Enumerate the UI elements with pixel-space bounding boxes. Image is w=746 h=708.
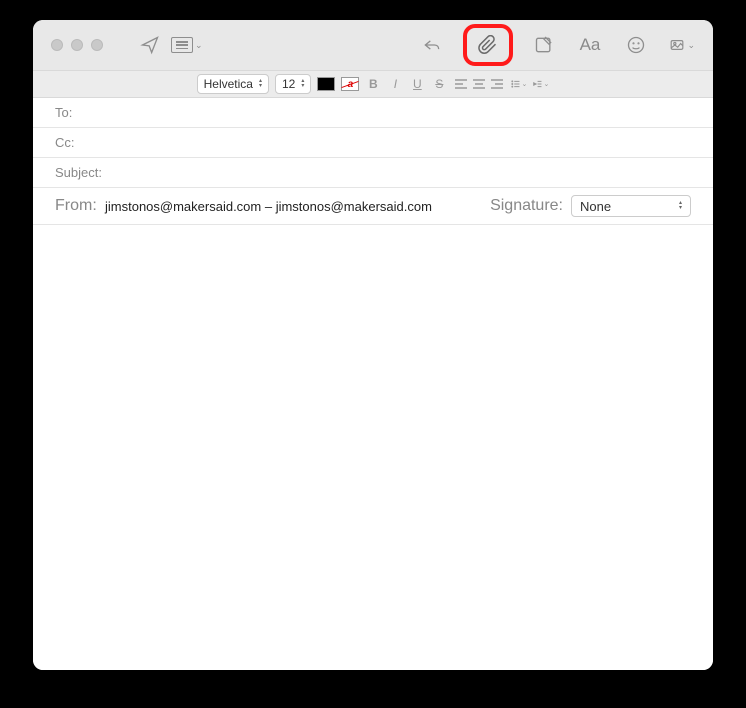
attachment-highlight xyxy=(463,24,513,66)
indent-button[interactable]: ⌄ xyxy=(533,76,549,92)
compose-window: ⌄ Aa ⌄ xyxy=(33,20,713,670)
subject-field-row[interactable]: Subject: xyxy=(33,158,713,188)
traffic-lights xyxy=(51,39,103,51)
attachment-icon[interactable] xyxy=(475,32,501,58)
emoji-icon[interactable] xyxy=(623,32,649,58)
from-label: From: xyxy=(55,197,97,215)
reply-icon[interactable] xyxy=(419,32,445,58)
signature-label: Signature: xyxy=(490,197,563,215)
to-label: To: xyxy=(55,105,113,120)
cc-field-row[interactable]: Cc: xyxy=(33,128,713,158)
stationery-button[interactable]: ⌄ xyxy=(171,37,203,53)
signature-select[interactable]: None ▴▾ xyxy=(571,195,691,217)
from-value[interactable]: jimstonos@makersaid.com – jimstonos@make… xyxy=(105,199,432,214)
message-headers: To: Cc: Subject: From: jimstonos@makersa… xyxy=(33,98,713,225)
font-format-icon[interactable]: Aa xyxy=(577,32,603,58)
align-right-icon[interactable] xyxy=(489,76,505,92)
bold-button[interactable]: B xyxy=(365,76,381,92)
italic-button[interactable]: I xyxy=(387,76,403,92)
font-size-select[interactable]: 12 ▴▾ xyxy=(275,74,311,94)
zoom-dot[interactable] xyxy=(91,39,103,51)
photo-browser-icon[interactable]: ⌄ xyxy=(669,32,695,58)
list-button[interactable]: ⌄ xyxy=(511,76,527,92)
text-color-swatch[interactable] xyxy=(317,77,335,91)
font-family-select[interactable]: Helvetica ▴▾ xyxy=(197,74,269,94)
from-field-row: From: jimstonos@makersaid.com – jimstono… xyxy=(33,188,713,225)
cc-label: Cc: xyxy=(55,135,113,150)
align-group xyxy=(453,76,505,92)
close-dot[interactable] xyxy=(51,39,63,51)
align-left-icon[interactable] xyxy=(453,76,469,92)
subject-label: Subject: xyxy=(55,165,113,180)
markup-icon[interactable] xyxy=(531,32,557,58)
bg-color-swatch[interactable]: a xyxy=(341,77,359,91)
format-bar: Helvetica ▴▾ 12 ▴▾ a B I U S ⌄ ⌄ xyxy=(33,70,713,98)
underline-button[interactable]: U xyxy=(409,76,425,92)
message-body[interactable] xyxy=(33,225,713,670)
strike-button[interactable]: S xyxy=(431,76,447,92)
titlebar: ⌄ Aa ⌄ xyxy=(33,20,713,70)
send-icon[interactable] xyxy=(137,32,163,58)
align-center-icon[interactable] xyxy=(471,76,487,92)
to-field-row[interactable]: To: xyxy=(33,98,713,128)
minimize-dot[interactable] xyxy=(71,39,83,51)
